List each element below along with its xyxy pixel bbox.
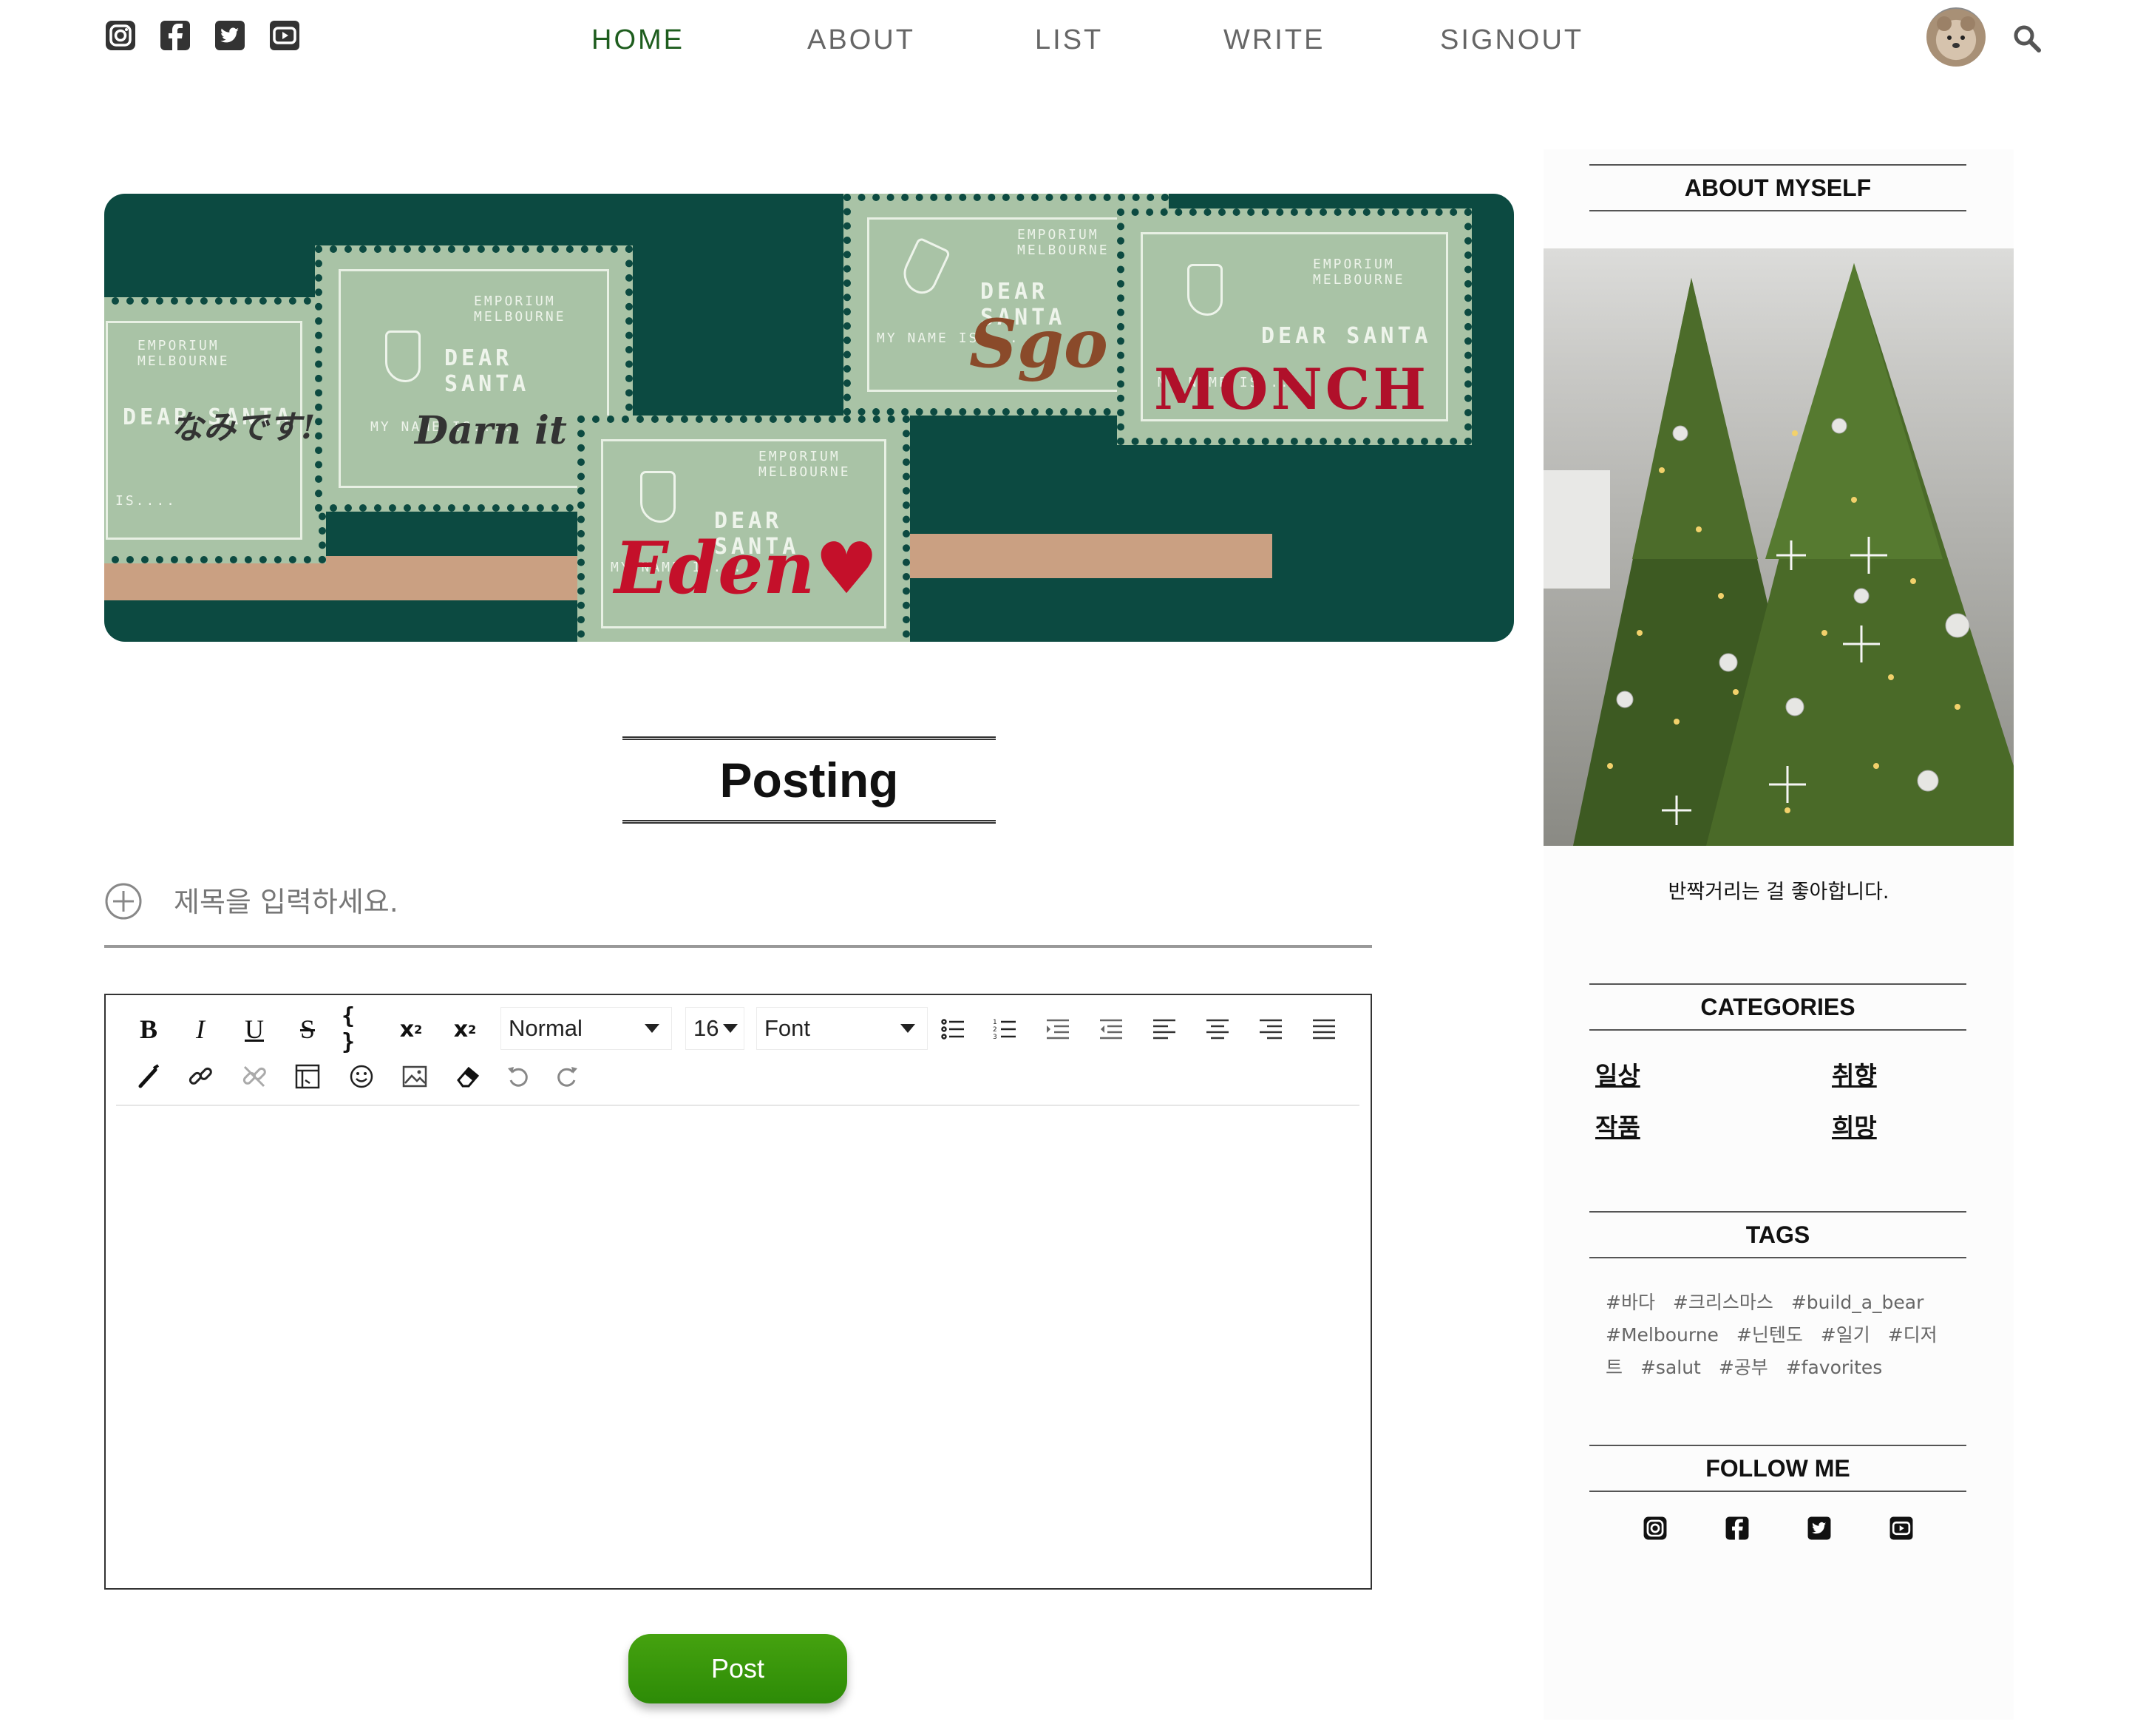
category-link[interactable]: 작품 — [1595, 1108, 1640, 1143]
undo-button[interactable] — [500, 1059, 536, 1094]
title-input[interactable] — [172, 875, 1284, 929]
table-button[interactable] — [290, 1059, 325, 1094]
title-row — [104, 865, 1372, 948]
redo-button[interactable] — [549, 1059, 585, 1094]
instagram-icon[interactable] — [1643, 1516, 1668, 1541]
svg-text:1: 1 — [993, 1019, 997, 1026]
italic-button[interactable]: I — [183, 1011, 218, 1047]
emoji-button[interactable] — [344, 1059, 379, 1094]
editor-content-area[interactable] — [107, 1108, 1369, 1587]
nav-signout[interactable]: SIGNOUT — [1440, 19, 1583, 61]
unlink-button[interactable] — [237, 1059, 272, 1094]
nav-list[interactable]: LIST — [1035, 19, 1103, 61]
facebook-icon[interactable] — [1725, 1516, 1750, 1541]
svg-text:3: 3 — [993, 1034, 997, 1041]
posting-heading-frame: Posting — [622, 736, 996, 824]
align-center-button[interactable] — [1200, 1011, 1235, 1047]
tag-link[interactable]: #build_a_bear — [1791, 1292, 1924, 1313]
svg-text:2: 2 — [993, 1026, 997, 1034]
font-select[interactable]: Font — [756, 1007, 928, 1050]
tag-link[interactable]: #닌텐도 — [1736, 1324, 1803, 1346]
header-select-value: Normal — [509, 1015, 583, 1041]
align-left-button[interactable] — [1147, 1011, 1182, 1047]
tag-link[interactable]: #바다 — [1606, 1292, 1655, 1313]
nav-about[interactable]: ABOUT — [807, 19, 915, 61]
copper-strip — [888, 534, 1272, 578]
size-select[interactable]: 16 — [685, 1007, 744, 1050]
outdent-button[interactable] — [1093, 1011, 1129, 1047]
header-select[interactable]: Normal — [500, 1007, 672, 1050]
handwriting: MONCH — [1154, 356, 1430, 422]
subscript-button[interactable]: x2 — [447, 1011, 483, 1047]
rich-text-editor: B I U S { } x2 x2 Normal 16 Font 123 — [104, 994, 1372, 1590]
editor-toolbar: B I U S { } x2 x2 Normal 16 Font 123 — [116, 1003, 1359, 1106]
avatar-ear — [1960, 16, 1975, 31]
post-button[interactable]: Post — [628, 1634, 847, 1703]
category-link[interactable]: 취향 — [1832, 1056, 1877, 1091]
avatar-eye — [1960, 35, 1965, 40]
tag-link[interactable]: #일기 — [1821, 1324, 1870, 1346]
code-block-button[interactable]: { } — [342, 1003, 377, 1055]
handwriting: なみです! — [171, 409, 316, 447]
indent-button[interactable] — [1040, 1011, 1076, 1047]
category-link[interactable]: 일상 — [1595, 1056, 1640, 1091]
superscript-button[interactable]: x2 — [393, 1011, 429, 1047]
categories-heading: CATEGORIES — [1589, 983, 1966, 1031]
size-select-value: 16 — [693, 1015, 719, 1041]
tag-link[interactable]: #salut — [1640, 1357, 1701, 1378]
handwriting: Eden♥ — [614, 526, 879, 610]
align-justify-button[interactable] — [1306, 1011, 1342, 1047]
align-right-button[interactable] — [1253, 1011, 1288, 1047]
font-select-value: Font — [764, 1015, 811, 1041]
about-heading: ABOUT MYSELF — [1589, 164, 1966, 211]
search-icon[interactable] — [2011, 22, 2043, 55]
tag-link[interactable]: #Melbourne — [1606, 1324, 1719, 1346]
strike-button[interactable]: S — [290, 1011, 325, 1047]
tag-link[interactable]: #favorites — [1786, 1357, 1883, 1378]
about-photo — [1544, 248, 2014, 846]
page-title: Posting — [719, 753, 899, 807]
nav-home[interactable]: HOME — [591, 19, 685, 61]
avatar-eye — [1947, 35, 1952, 40]
bold-button[interactable]: B — [131, 1011, 166, 1047]
avatar-ear — [1937, 16, 1952, 31]
twitter-icon[interactable] — [1807, 1516, 1832, 1541]
nav-write[interactable]: WRITE — [1223, 19, 1325, 61]
ordered-list-button[interactable]: 123 — [987, 1011, 1022, 1047]
avatar[interactable] — [1926, 7, 1986, 67]
tags-heading: TAGS — [1589, 1211, 1966, 1258]
about-text: 반짝거리는 걸 좋아합니다. — [1668, 881, 1889, 903]
tag-link[interactable]: #크리스마스 — [1673, 1292, 1773, 1313]
tag-link[interactable]: #공부 — [1719, 1357, 1768, 1378]
christmas-trees-photo — [1544, 263, 2014, 846]
handwriting: Sgo — [969, 305, 1108, 383]
plus-icon[interactable] — [104, 882, 143, 920]
bullet-list-button[interactable] — [935, 1011, 971, 1047]
color-button[interactable] — [131, 1059, 166, 1094]
category-link[interactable]: 희망 — [1832, 1108, 1877, 1143]
clear-format-button[interactable] — [450, 1059, 486, 1094]
sidebar: ABOUT MYSELF 반짝거리는 걸 좋아합니다. CATEGORIES 일… — [1544, 149, 2014, 1720]
tag-cloud: #바다 #크리스마스 #build_a_bear #Melbourne #닌텐도… — [1606, 1286, 1953, 1384]
youtube-icon[interactable] — [1889, 1516, 1914, 1541]
handwriting: Darn it — [415, 408, 567, 453]
image-button[interactable] — [397, 1059, 432, 1094]
avatar-nose — [1952, 43, 1960, 48]
underline-button[interactable]: U — [237, 1011, 272, 1047]
main-nav: HOME ABOUT LIST WRITE SIGNOUT — [0, 19, 2129, 61]
hero-image: EMPORIUM MELBOURNE DEAR SANTA IS.... なみで… — [104, 194, 1514, 642]
link-button[interactable] — [183, 1059, 218, 1094]
follow-heading: FOLLOW ME — [1589, 1445, 1966, 1492]
